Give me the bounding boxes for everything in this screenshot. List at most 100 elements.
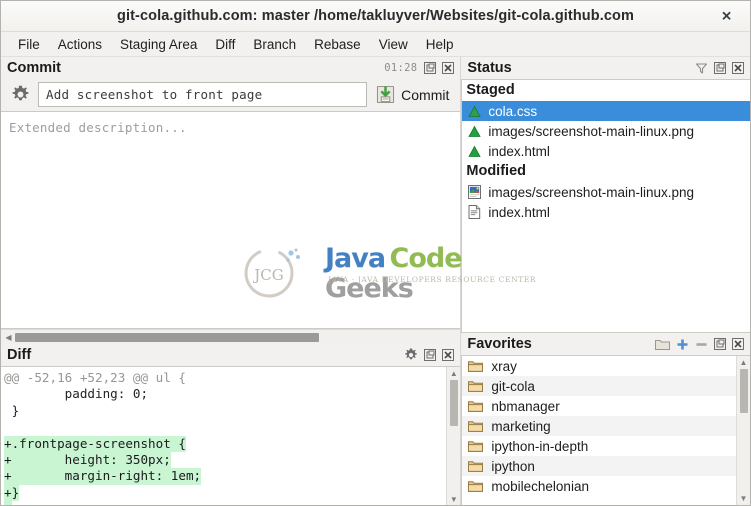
- favorites-vscrollbar[interactable]: ▲ ▼: [736, 356, 750, 505]
- filter-icon[interactable]: [695, 62, 708, 75]
- commit-button[interactable]: Commit: [375, 84, 452, 105]
- menu-item-file[interactable]: File: [9, 35, 49, 54]
- favorites-row-label: marketing: [491, 418, 551, 434]
- diff-vscrollbar-track[interactable]: [447, 380, 460, 493]
- status-panel-title: Status: [467, 59, 512, 76]
- menu-item-branch[interactable]: Branch: [244, 35, 305, 54]
- close-icon[interactable]: [442, 62, 455, 74]
- commit-panel: Commit 01:28 Add screenshot to front pag…: [1, 57, 461, 344]
- gear-icon[interactable]: [404, 348, 418, 362]
- favorites-panel: Favorites xray git-cola nbmanager market…: [461, 333, 750, 505]
- favorites-row-label: git-cola: [491, 378, 535, 394]
- text-file-icon: [468, 205, 481, 219]
- plus-icon[interactable]: [676, 338, 689, 351]
- image-file-icon: [468, 185, 482, 199]
- diff-vscrollbar[interactable]: ▲ ▼: [446, 367, 461, 505]
- close-icon[interactable]: [442, 349, 455, 361]
- diff-line-text: +}: [4, 484, 20, 502]
- status-row-label: index.html: [488, 204, 550, 220]
- status-row[interactable]: index.html: [462, 202, 750, 222]
- menu-item-rebase[interactable]: Rebase: [305, 35, 370, 54]
- float-icon[interactable]: [424, 349, 437, 361]
- commit-timer: 01:28: [384, 62, 418, 74]
- favorites-list[interactable]: xray git-cola nbmanager marketing ipython-in…: [462, 356, 736, 505]
- scroll-down-arrow-icon[interactable]: ▼: [447, 493, 460, 505]
- favorites-panel-header: Favorites: [461, 333, 750, 355]
- status-file-list[interactable]: Staged cola.css images/screenshot-main-lin…: [461, 79, 750, 333]
- status-row[interactable]: cola.css: [462, 101, 750, 121]
- float-icon[interactable]: [424, 62, 437, 74]
- favorites-vscrollbar-track[interactable]: [737, 369, 750, 492]
- diff-line-text: }: [4, 402, 20, 418]
- scroll-left-arrow-icon[interactable]: ◀: [2, 331, 15, 344]
- commit-description-area[interactable]: Extended description...: [1, 111, 461, 329]
- diff-line-text: @@ -52,16 +52,23 @@ ul {: [4, 370, 186, 385]
- favorites-vscrollbar-thumb[interactable]: [740, 369, 748, 413]
- folder-icon: [468, 420, 484, 433]
- window-close-button[interactable]: ✕: [717, 8, 736, 25]
- favorites-row[interactable]: xray: [462, 356, 736, 376]
- close-icon[interactable]: [732, 338, 744, 350]
- commit-button-label: Commit: [401, 86, 450, 103]
- status-row-label: images/screenshot-main-linux.png: [488, 184, 694, 200]
- scroll-up-arrow-icon[interactable]: ▲: [447, 367, 460, 380]
- favorites-row[interactable]: ipython-in-depth: [462, 436, 736, 456]
- commit-panel-header: Commit 01:28: [1, 57, 461, 79]
- menu-item-staging-area[interactable]: Staging Area: [111, 35, 206, 54]
- gear-icon[interactable]: [11, 85, 30, 104]
- diff-panel-title: Diff: [7, 346, 32, 363]
- status-panel-header: Status: [461, 57, 750, 79]
- favorites-row[interactable]: git-cola: [462, 376, 736, 396]
- scroll-up-arrow-icon[interactable]: ▲: [737, 356, 750, 369]
- status-row[interactable]: index.html: [462, 141, 750, 161]
- favorites-row-label: mobilechelonian: [491, 478, 589, 494]
- diff-line-hunk: @@ -52,16 +52,23 @@ ul {: [1, 370, 446, 386]
- commit-save-icon: [376, 85, 395, 104]
- float-icon[interactable]: [714, 338, 726, 350]
- commit-description-hscrollbar[interactable]: ◀: [1, 329, 461, 344]
- hscrollbar-thumb[interactable]: [15, 332, 319, 342]
- diff-body: @@ -52,16 +52,23 @@ ul { padding: 0; } +.…: [1, 366, 461, 505]
- menu-item-help[interactable]: Help: [417, 35, 463, 54]
- diff-line-add: + margin-right: 1em;: [1, 468, 446, 485]
- folder-icon[interactable]: [655, 338, 670, 351]
- status-row[interactable]: images/screenshot-main-linux.png: [462, 182, 750, 202]
- commit-message-input[interactable]: [38, 82, 368, 107]
- status-row-label: index.html: [488, 143, 550, 159]
- favorites-row-label: ipython-in-depth: [491, 438, 589, 454]
- diff-line-text: +: [4, 501, 12, 505]
- favorites-panel-title: Favorites: [467, 335, 532, 352]
- menu-item-actions[interactable]: Actions: [49, 35, 111, 54]
- staged-triangle-icon: [468, 125, 482, 138]
- diff-line-ctx: [1, 419, 446, 435]
- folder-icon: [468, 400, 484, 413]
- status-row-label: cola.css: [488, 103, 538, 119]
- commit-panel-title: Commit: [7, 59, 61, 76]
- diff-line-text: + margin-right: 1em;: [4, 468, 202, 485]
- diff-line-text: +.frontpage-screenshot {: [4, 435, 186, 453]
- folder-icon: [468, 480, 484, 493]
- favorites-row[interactable]: mobilechelonian: [462, 476, 736, 496]
- favorites-row[interactable]: ipython: [462, 456, 736, 476]
- menu-item-diff[interactable]: Diff: [206, 35, 244, 54]
- folder-icon: [468, 460, 484, 473]
- commit-description-placeholder: Extended description...: [9, 120, 187, 135]
- float-icon[interactable]: [714, 62, 726, 74]
- minus-icon[interactable]: [695, 338, 708, 351]
- scroll-down-arrow-icon[interactable]: ▼: [737, 492, 750, 505]
- diff-panel-header: Diff: [1, 344, 461, 366]
- left-column: Commit 01:28 Add screenshot to front pag…: [1, 57, 461, 505]
- status-row[interactable]: images/screenshot-main-linux.png: [462, 121, 750, 141]
- folder-icon: [468, 380, 484, 393]
- menu-item-view[interactable]: View: [370, 35, 417, 54]
- diff-vscrollbar-thumb[interactable]: [450, 380, 459, 426]
- folder-icon: [468, 440, 484, 453]
- diff-line-text: + height: 350px;: [4, 452, 171, 469]
- menu-bar: File Actions Staging Area Diff Branch Re…: [1, 32, 750, 57]
- close-icon[interactable]: [732, 62, 744, 74]
- diff-text-view[interactable]: @@ -52,16 +52,23 @@ ul { padding: 0; } +.…: [1, 367, 446, 505]
- window-title: git-cola.github.com: master /home/takluy…: [117, 8, 634, 24]
- favorites-row[interactable]: nbmanager: [462, 396, 736, 416]
- favorites-row[interactable]: marketing: [462, 416, 736, 436]
- status-row-label: images/screenshot-main-linux.png: [488, 123, 694, 139]
